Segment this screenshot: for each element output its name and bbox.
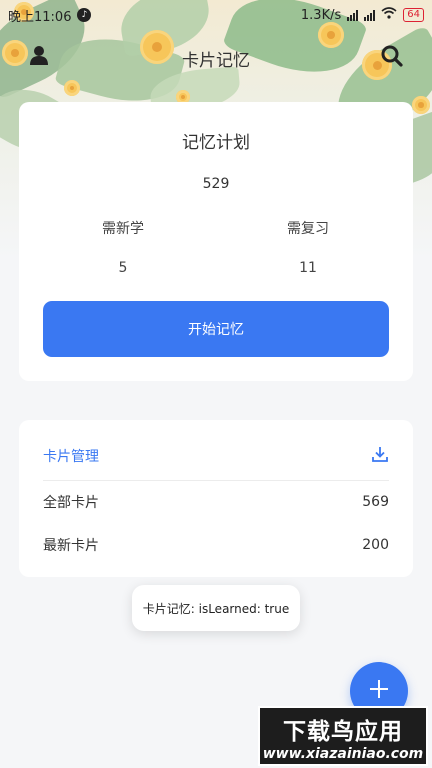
card-management-title: 卡片管理 bbox=[43, 449, 99, 465]
list-item-all-cards[interactable]: 全部卡片 569 bbox=[43, 492, 389, 512]
search-icon[interactable] bbox=[380, 44, 404, 68]
page-title: 卡片记忆 bbox=[182, 51, 250, 71]
all-cards-label: 全部卡片 bbox=[43, 495, 99, 511]
status-bar: 晚上11:06 ♪ 1.3K/s 64 bbox=[0, 0, 432, 30]
status-time: 晚上11:06 bbox=[8, 9, 72, 25]
plan-total-count: 529 bbox=[202, 176, 230, 192]
divider bbox=[43, 480, 389, 481]
watermark-logo: 下载鸟应用 www.xiazainiao.com bbox=[258, 706, 428, 766]
all-cards-count: 569 bbox=[362, 494, 389, 510]
toast-message: 卡片记忆: isLearned: true bbox=[132, 585, 300, 631]
download-icon[interactable] bbox=[371, 445, 389, 467]
battery-indicator: 64 bbox=[403, 8, 424, 22]
review-label: 需复习 bbox=[287, 221, 329, 237]
signal-icon bbox=[347, 9, 359, 21]
start-memory-button[interactable]: 开始记忆 bbox=[43, 301, 389, 357]
plus-icon bbox=[368, 678, 390, 704]
list-item-latest-cards[interactable]: 最新卡片 200 bbox=[43, 535, 389, 555]
plan-title: 记忆计划 bbox=[182, 133, 250, 153]
watermark-title: 下载鸟应用 bbox=[283, 719, 403, 745]
memory-plan-card: 记忆计划 529 需新学 需复习 5 11 开始记忆 bbox=[19, 102, 413, 381]
app-bar: 卡片记忆 bbox=[0, 36, 432, 76]
wifi-icon bbox=[381, 7, 397, 23]
latest-cards-count: 200 bbox=[362, 537, 389, 553]
tiktok-icon: ♪ bbox=[77, 8, 92, 22]
status-net-speed: 1.3K/s bbox=[300, 7, 342, 23]
latest-cards-label: 最新卡片 bbox=[43, 538, 99, 554]
card-management-card: 卡片管理 全部卡片 569 最新卡片 200 bbox=[19, 420, 413, 577]
new-learn-label: 需新学 bbox=[102, 221, 144, 237]
card-management-header: 卡片管理 bbox=[43, 444, 389, 468]
signal-icon-2 bbox=[364, 9, 376, 21]
review-count: 11 bbox=[299, 260, 317, 276]
watermark-url: www.xiazainiao.com bbox=[262, 746, 424, 762]
new-learn-count: 5 bbox=[118, 260, 128, 276]
